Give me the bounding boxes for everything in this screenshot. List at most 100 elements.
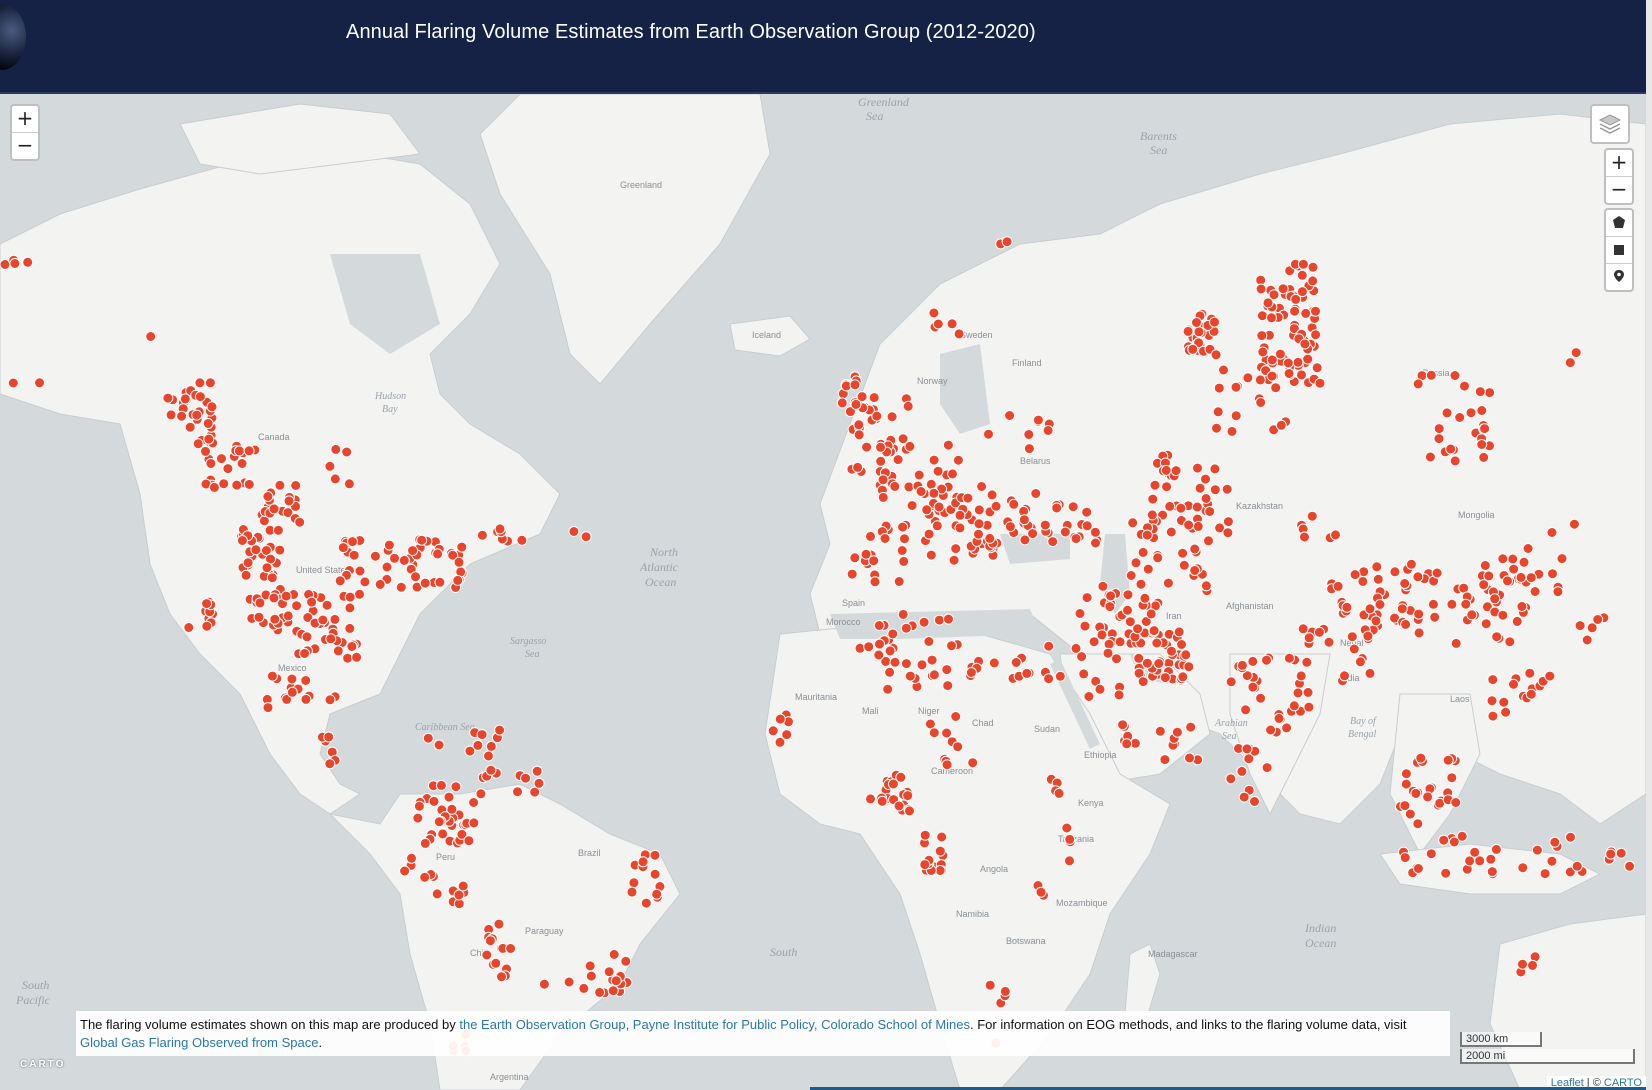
flare-site-marker[interactable] — [1517, 862, 1529, 874]
flare-site-marker[interactable] — [435, 779, 447, 791]
flare-site-marker[interactable] — [1153, 658, 1165, 669]
flare-site-marker[interactable] — [1191, 317, 1202, 328]
flare-site-marker[interactable] — [450, 781, 462, 793]
flare-site-marker[interactable] — [1313, 626, 1325, 638]
flare-site-marker[interactable] — [1170, 465, 1182, 477]
flare-site-marker[interactable] — [1485, 853, 1497, 865]
flare-site-marker[interactable] — [918, 616, 930, 628]
flare-site-marker[interactable] — [1047, 536, 1059, 548]
layers-control[interactable] — [1590, 104, 1630, 144]
flare-site-marker[interactable] — [580, 531, 592, 543]
flare-site-marker[interactable] — [875, 441, 886, 453]
flare-site-marker[interactable] — [1565, 831, 1576, 843]
flare-site-marker[interactable] — [1546, 527, 1558, 538]
flare-site-marker[interactable] — [419, 577, 431, 589]
flare-site-marker[interactable] — [1529, 586, 1541, 597]
flare-site-marker[interactable] — [853, 419, 865, 431]
flare-site-marker[interactable] — [893, 576, 905, 587]
flare-site-marker[interactable] — [1211, 422, 1222, 434]
flare-site-marker[interactable] — [1051, 502, 1063, 514]
flare-site-marker[interactable] — [286, 673, 298, 685]
flare-site-marker[interactable] — [1193, 326, 1205, 338]
flare-site-marker[interactable] — [952, 454, 964, 466]
flare-site-marker[interactable] — [412, 812, 424, 824]
flare-site-marker[interactable] — [1225, 676, 1237, 688]
flare-site-marker[interactable] — [1487, 674, 1499, 686]
flare-site-marker[interactable] — [1491, 631, 1503, 643]
flare-site-marker[interactable] — [1137, 546, 1149, 558]
flare-site-marker[interactable] — [233, 445, 245, 457]
flare-site-marker[interactable] — [1405, 558, 1417, 570]
flare-site-marker[interactable] — [202, 418, 214, 429]
flare-site-marker[interactable] — [1225, 773, 1237, 785]
flare-site-marker[interactable] — [1307, 261, 1319, 273]
flare-site-marker[interactable] — [1270, 382, 1282, 394]
flare-site-marker[interactable] — [493, 918, 505, 930]
flare-site-marker[interactable] — [300, 693, 312, 705]
flare-site-marker[interactable] — [1187, 343, 1199, 355]
flare-site-marker[interactable] — [1310, 329, 1322, 341]
flare-site-marker[interactable] — [354, 565, 366, 577]
flare-site-marker[interactable] — [1539, 868, 1551, 880]
flare-site-marker[interactable] — [1094, 683, 1106, 695]
flare-site-marker[interactable] — [1043, 640, 1055, 652]
flare-site-marker[interactable] — [1125, 570, 1137, 581]
flare-site-marker[interactable] — [836, 397, 848, 409]
flare-site-marker[interactable] — [1306, 510, 1318, 522]
flare-site-marker[interactable] — [1592, 614, 1604, 625]
flare-site-marker[interactable] — [887, 628, 899, 640]
flare-site-marker[interactable] — [1464, 855, 1476, 867]
flare-site-marker[interactable] — [1053, 787, 1065, 799]
flare-site-marker[interactable] — [1256, 330, 1268, 342]
flare-site-marker[interactable] — [261, 562, 273, 574]
flare-site-marker[interactable] — [1431, 567, 1443, 579]
flare-site-marker[interactable] — [1474, 386, 1486, 398]
flare-site-marker[interactable] — [1349, 569, 1361, 581]
flare-site-marker[interactable] — [1323, 636, 1335, 648]
flare-site-marker[interactable] — [954, 509, 966, 521]
flare-site-marker[interactable] — [1004, 521, 1016, 533]
flare-site-marker[interactable] — [206, 401, 218, 413]
flare-site-marker[interactable] — [1502, 575, 1513, 587]
flare-site-marker[interactable] — [1173, 626, 1185, 638]
flare-site-marker[interactable] — [1042, 425, 1054, 436]
flare-site-marker[interactable] — [1001, 236, 1013, 248]
flare-site-marker[interactable] — [243, 445, 255, 457]
flare-site-marker[interactable] — [262, 702, 274, 714]
flare-site-marker[interactable] — [1301, 656, 1313, 668]
flare-site-marker[interactable] — [863, 641, 875, 653]
flare-site-marker[interactable] — [1194, 482, 1206, 494]
flare-site-marker[interactable] — [1132, 623, 1144, 635]
flare-site-marker[interactable] — [1032, 414, 1044, 426]
flare-site-marker[interactable] — [952, 741, 964, 753]
flare-site-marker[interactable] — [1255, 692, 1267, 704]
flare-site-marker[interactable] — [1289, 305, 1301, 317]
flare-site-marker[interactable] — [584, 960, 596, 972]
zoom-out-button[interactable]: − — [12, 132, 38, 159]
flare-site-marker[interactable] — [381, 561, 393, 573]
flare-site-marker[interactable] — [343, 478, 355, 490]
flare-site-marker[interactable] — [899, 533, 910, 545]
flare-site-marker[interactable] — [1427, 598, 1439, 610]
flare-site-marker[interactable] — [1151, 637, 1163, 649]
flare-site-marker[interactable] — [1515, 571, 1527, 583]
flare-site-marker[interactable] — [520, 772, 532, 784]
flare-site-marker[interactable] — [344, 591, 356, 603]
flare-site-marker[interactable] — [1303, 701, 1315, 713]
flare-site-marker[interactable] — [184, 421, 196, 433]
flare-site-marker[interactable] — [1478, 579, 1490, 591]
flare-site-marker[interactable] — [965, 667, 977, 678]
flare-site-marker[interactable] — [329, 613, 341, 625]
flare-site-marker[interactable] — [324, 758, 336, 770]
flare-site-marker[interactable] — [898, 555, 910, 567]
flare-site-marker[interactable] — [1364, 667, 1376, 679]
flare-site-marker[interactable] — [1449, 370, 1461, 381]
flare-site-marker[interactable] — [1204, 506, 1216, 517]
flare-site-marker[interactable] — [1478, 451, 1490, 463]
flare-site-marker[interactable] — [1282, 357, 1294, 369]
flare-site-marker[interactable] — [1354, 656, 1366, 668]
flare-site-marker[interactable] — [383, 539, 395, 551]
flare-site-marker[interactable] — [1146, 509, 1158, 521]
flare-site-marker[interactable] — [1500, 706, 1512, 718]
flare-site-marker[interactable] — [865, 530, 876, 542]
